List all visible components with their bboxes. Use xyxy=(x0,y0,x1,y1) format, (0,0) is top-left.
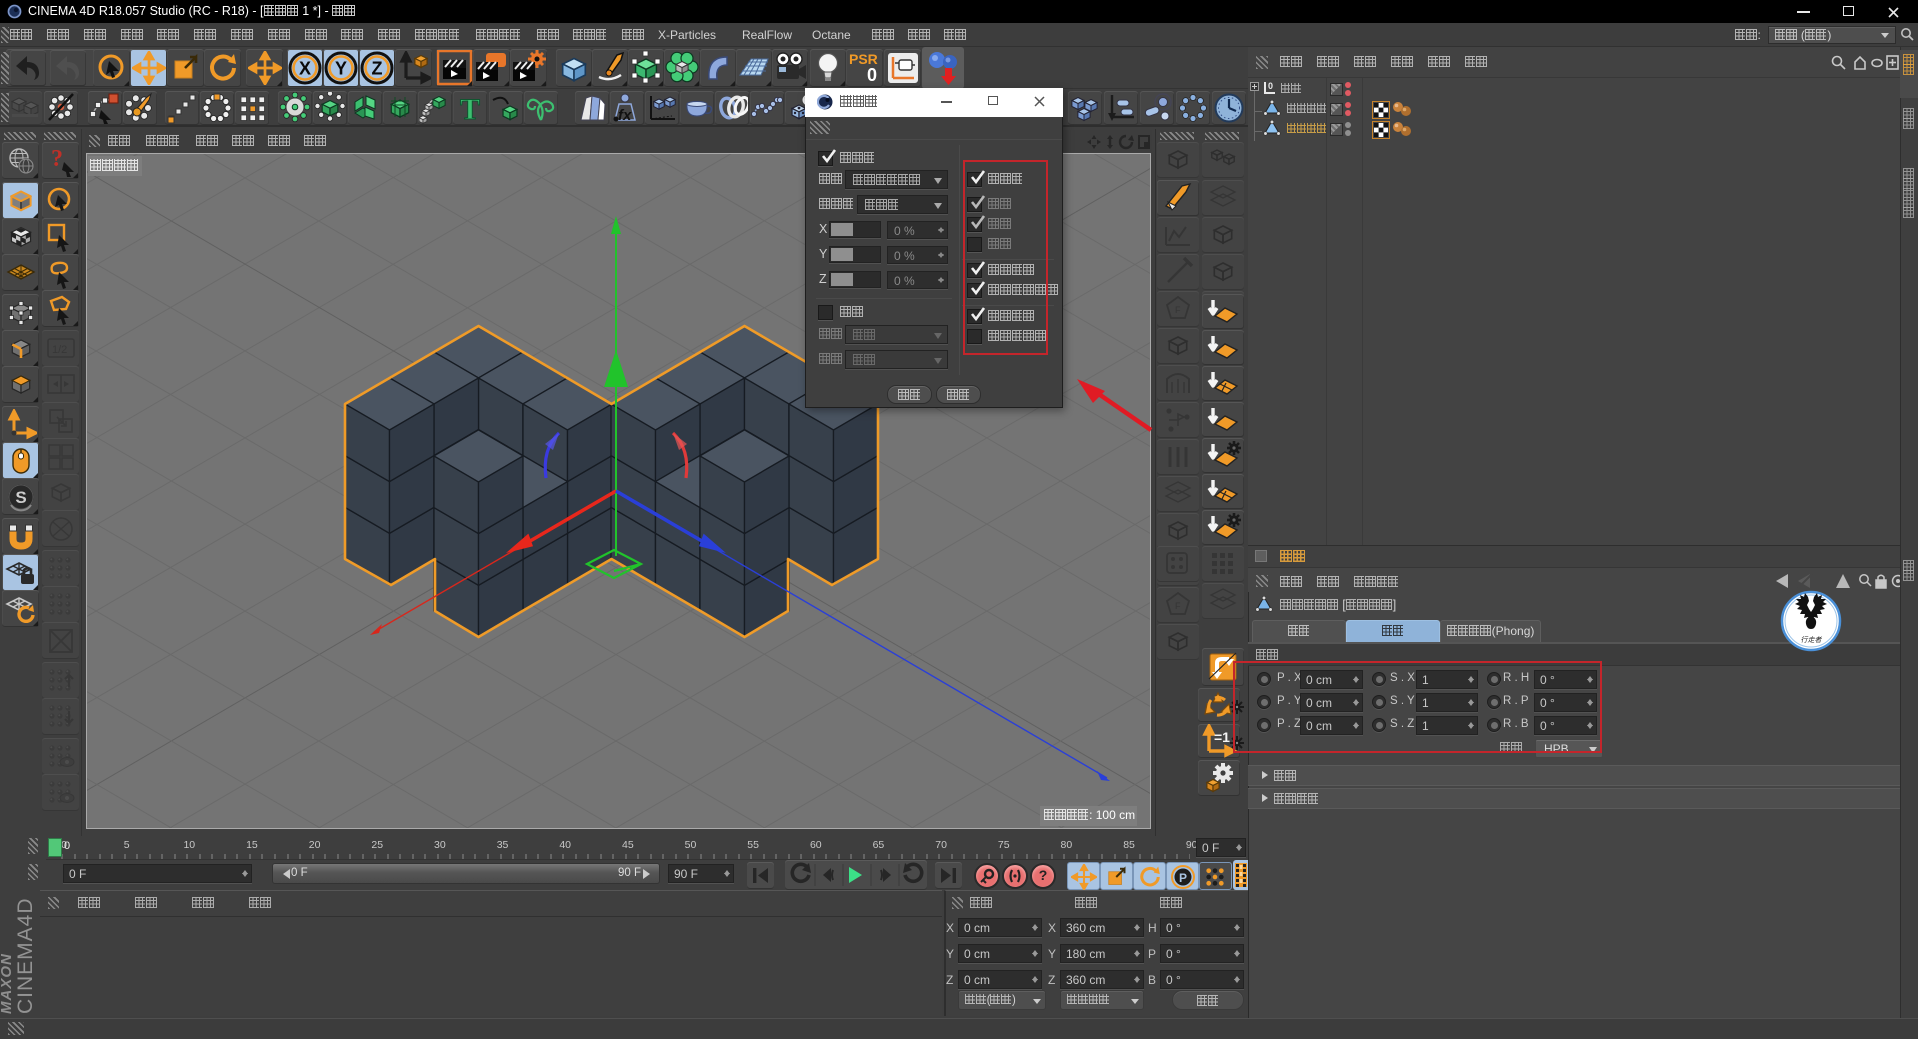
svg-text:?: ? xyxy=(51,146,63,172)
svg-text:0: 0 xyxy=(867,65,877,85)
svg-text:fx: fx xyxy=(618,107,632,124)
svg-text:1/2: 1/2 xyxy=(52,344,67,356)
svg-text:=1: =1 xyxy=(1214,729,1230,745)
svg-text:Y: Y xyxy=(335,59,347,79)
svg-text:?: ? xyxy=(1039,867,1048,883)
svg-text:0: 0 xyxy=(1268,81,1273,91)
svg-text:P: P xyxy=(1179,871,1187,885)
svg-text:F: F xyxy=(1175,601,1181,611)
svg-text:行走者: 行走者 xyxy=(1801,636,1823,644)
svg-text:S: S xyxy=(15,488,26,507)
svg-text:Z: Z xyxy=(372,59,383,79)
svg-text:T: T xyxy=(460,93,480,124)
svg-text:F: F xyxy=(1175,305,1181,315)
svg-text:X: X xyxy=(299,59,311,79)
